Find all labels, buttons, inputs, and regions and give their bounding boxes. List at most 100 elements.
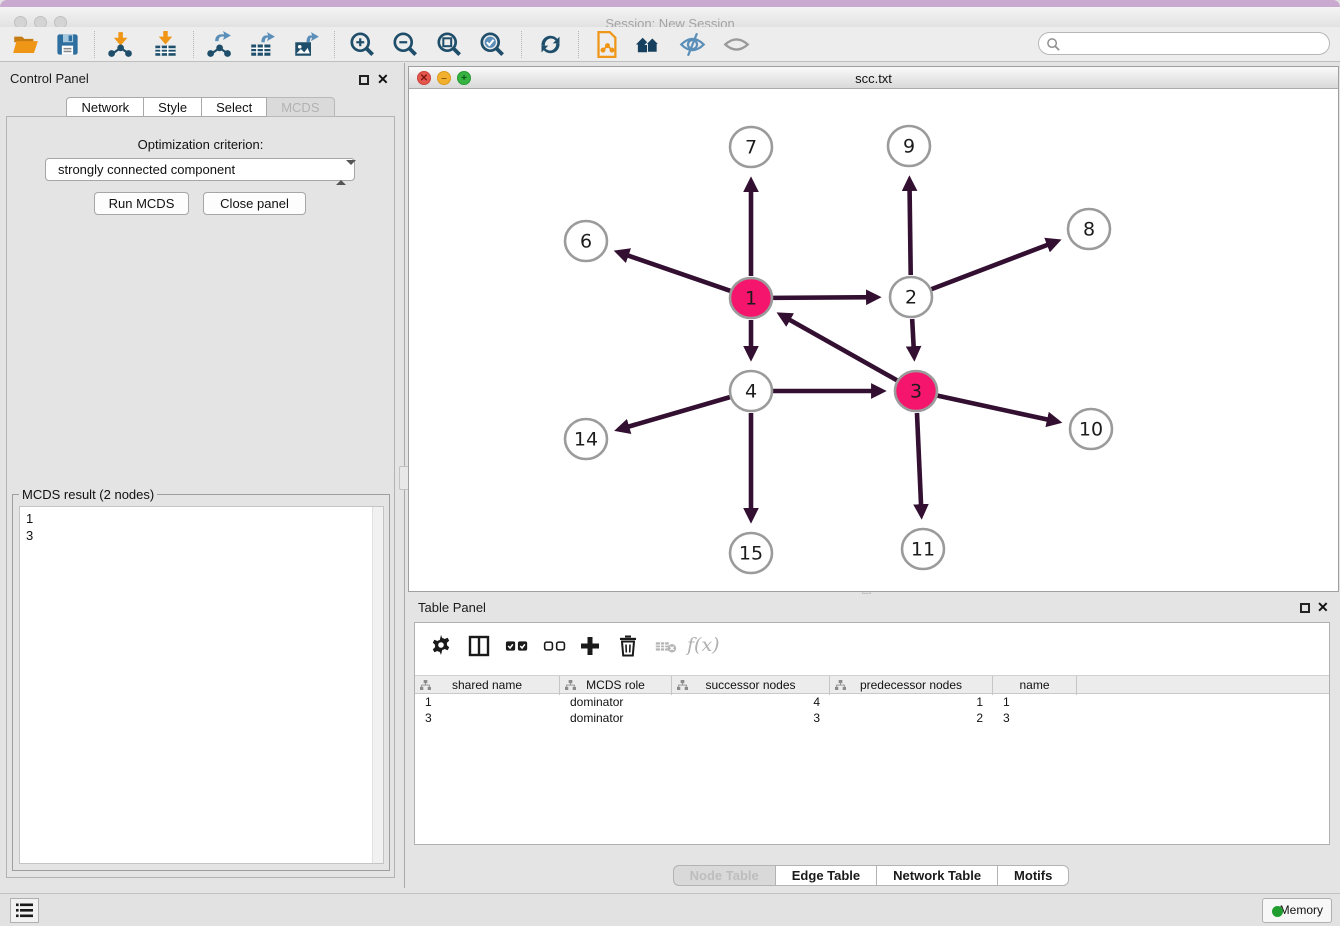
node-label-10: 10 xyxy=(1079,419,1103,441)
node-label-8: 8 xyxy=(1083,219,1095,241)
edge-4-14[interactable] xyxy=(619,397,730,429)
export-table-icon[interactable] xyxy=(249,31,276,58)
column-header-name[interactable]: name xyxy=(993,676,1077,695)
edge-1-2[interactable] xyxy=(773,297,877,298)
delete-column-icon[interactable] xyxy=(616,634,640,658)
tab-select[interactable]: Select xyxy=(202,97,267,117)
export-network-icon[interactable] xyxy=(205,31,232,58)
memory-button[interactable]: Memory xyxy=(1262,898,1332,923)
mcds-result-lines: 13 xyxy=(26,510,383,544)
hide-eye-icon[interactable] xyxy=(679,31,706,58)
float-panel-icon[interactable] xyxy=(359,75,369,85)
search-input[interactable] xyxy=(1038,32,1330,55)
cell-shared-name[interactable]: 1 xyxy=(415,694,560,710)
node-label-9: 9 xyxy=(903,136,915,158)
table-panel-body: f(x) shared name MCDS role successor nodes… xyxy=(414,622,1330,845)
hide-unchecked-columns-icon[interactable] xyxy=(543,634,567,658)
column-label: MCDS role xyxy=(586,678,645,692)
dropdown-stepper-icon xyxy=(336,162,346,178)
zoom-in-icon[interactable] xyxy=(349,31,376,58)
edge-3-10[interactable] xyxy=(937,396,1057,422)
mcds-result-textarea[interactable]: 13 xyxy=(19,506,384,864)
column-header-shared-name[interactable]: shared name xyxy=(415,676,560,695)
toolbar-separator xyxy=(94,31,95,58)
edge-3-11[interactable] xyxy=(917,413,922,515)
tab-mcds[interactable]: MCDS xyxy=(267,97,334,117)
delete-table-icon[interactable] xyxy=(654,634,678,658)
network-graph-canvas[interactable]: 7968124314101511 xyxy=(409,89,1338,591)
tab-motifs[interactable]: Motifs xyxy=(998,865,1069,886)
window-top-edge xyxy=(0,0,1340,7)
close-panel-icon[interactable]: ✕ xyxy=(377,71,389,88)
cell-successor-nodes[interactable]: 3 xyxy=(672,710,830,726)
open-session-icon[interactable] xyxy=(12,31,39,58)
export-image-icon[interactable] xyxy=(293,31,320,58)
application-window: Session: New Session Control Panel ✕ Net… xyxy=(0,0,1340,926)
toolbar-separator xyxy=(193,31,194,58)
tab-edge-table[interactable]: Edge Table xyxy=(776,865,877,886)
memory-status-icon xyxy=(1272,906,1283,917)
refresh-icon[interactable] xyxy=(537,31,564,58)
edge-3-1[interactable] xyxy=(781,315,897,381)
cell-name[interactable]: 3 xyxy=(993,710,1077,726)
cell-successor-nodes[interactable]: 4 xyxy=(672,694,830,710)
import-network-icon[interactable] xyxy=(106,31,133,58)
column-header-MCDS-role[interactable]: MCDS role xyxy=(560,676,672,695)
table-panel-tabs: Node TableEdge TableNetwork TableMotifs xyxy=(408,865,1334,886)
home-icon[interactable] xyxy=(634,31,661,58)
mcds-result-line: 3 xyxy=(26,527,383,544)
cell-name[interactable]: 1 xyxy=(993,694,1077,710)
save-session-icon[interactable] xyxy=(54,31,81,58)
tab-network[interactable]: Network xyxy=(66,97,144,117)
column-label: shared name xyxy=(452,678,522,692)
column-label: predecessor nodes xyxy=(860,678,962,692)
import-table-icon[interactable] xyxy=(152,31,179,58)
zoom-fit-icon[interactable] xyxy=(436,31,463,58)
optimization-criterion-label: Optimization criterion: xyxy=(0,137,401,152)
task-history-button[interactable] xyxy=(10,898,39,923)
table-row[interactable]: 3dominator323 xyxy=(415,710,1329,726)
edge-2-3[interactable] xyxy=(912,319,914,357)
cell-predecessor-nodes[interactable]: 1 xyxy=(830,694,993,710)
cell-shared-name[interactable]: 3 xyxy=(415,710,560,726)
memory-label: Memory xyxy=(1280,903,1323,917)
edge-2-9[interactable] xyxy=(909,180,910,275)
edge-1-6[interactable] xyxy=(618,252,730,291)
settings-gear-icon[interactable] xyxy=(429,634,453,658)
function-builder-icon[interactable]: f(x) xyxy=(687,634,727,658)
float-table-panel-icon[interactable] xyxy=(1300,603,1310,613)
column-label: successor nodes xyxy=(705,678,795,692)
tab-network-table[interactable]: Network Table xyxy=(877,865,998,886)
tab-node-table[interactable]: Node Table xyxy=(673,865,776,886)
node-table: shared name MCDS role successor nodes prede… xyxy=(415,675,1329,726)
zoom-selected-icon[interactable] xyxy=(479,31,506,58)
result-scrollbar[interactable] xyxy=(372,507,383,863)
table-row[interactable]: 1dominator411 xyxy=(415,694,1329,710)
node-label-15: 15 xyxy=(739,543,763,565)
cell-MCDS-role[interactable]: dominator xyxy=(560,694,672,710)
add-column-icon[interactable] xyxy=(578,634,602,658)
criterion-dropdown[interactable]: strongly connected component xyxy=(45,158,355,181)
eye-icon[interactable] xyxy=(723,31,750,58)
network-window-titlebar[interactable]: ✕ – + scc.txt xyxy=(409,67,1338,89)
list-icon xyxy=(11,899,38,922)
criterion-value: strongly connected component xyxy=(58,162,235,177)
zoom-out-icon[interactable] xyxy=(392,31,419,58)
column-header-predecessor-nodes[interactable]: predecessor nodes xyxy=(830,676,993,695)
node-label-2: 2 xyxy=(905,287,917,309)
title-bar: Session: New Session xyxy=(0,7,1340,27)
show-checked-columns-icon[interactable] xyxy=(505,634,529,658)
tab-style[interactable]: Style xyxy=(144,97,202,117)
close-table-panel-icon[interactable]: ✕ xyxy=(1317,599,1329,616)
mcds-result-line: 1 xyxy=(26,510,383,527)
network-view-window: ✕ – + scc.txt 7968124314101511 xyxy=(408,66,1339,592)
cell-MCDS-role[interactable]: dominator xyxy=(560,710,672,726)
network-document-icon[interactable] xyxy=(594,31,621,58)
cell-predecessor-nodes[interactable]: 2 xyxy=(830,710,993,726)
column-header-successor-nodes[interactable]: successor nodes xyxy=(672,676,830,695)
close-panel-button[interactable]: Close panel xyxy=(203,192,306,215)
toolbar-separator xyxy=(578,31,579,58)
split-columns-icon[interactable] xyxy=(467,634,491,658)
edge-2-8[interactable] xyxy=(932,241,1058,289)
run-mcds-button[interactable]: Run MCDS xyxy=(94,192,189,215)
